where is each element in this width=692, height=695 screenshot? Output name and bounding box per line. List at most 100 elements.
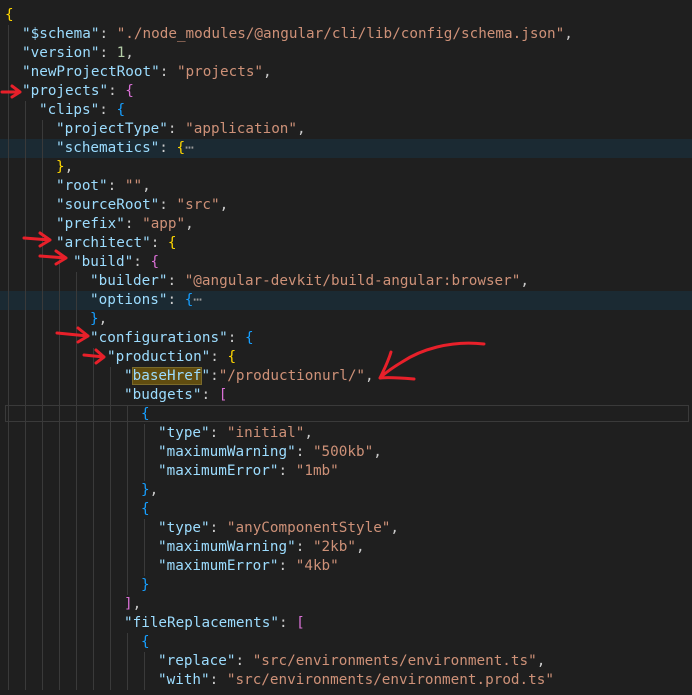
code-line[interactable]: "maximumWarning": "2kb", (0, 538, 692, 557)
indent-guide (59, 576, 60, 595)
indent-guide (144, 462, 145, 481)
indent-guide (59, 519, 60, 538)
code-line[interactable]: "projects": { (0, 82, 692, 101)
code-line[interactable]: }, (0, 310, 692, 329)
indent-guide (127, 519, 128, 538)
code-token: { (184, 292, 194, 308)
code-line[interactable]: { (0, 405, 692, 424)
indent-guide (59, 253, 60, 272)
code-line[interactable]: "newProjectRoot": "projects", (0, 63, 692, 82)
indent-guide (42, 519, 43, 538)
code-token: "projects" (176, 64, 264, 80)
code-line[interactable]: "configurations": { (0, 329, 692, 348)
code-line[interactable]: "prefix": "app", (0, 215, 692, 234)
indent-guide (93, 462, 94, 481)
indent-guide (25, 652, 26, 671)
code-token: : (167, 121, 186, 137)
code-line[interactable]: "with": "src/environments/environment.pr… (0, 671, 692, 690)
code-token: "sourceRoot" (56, 197, 160, 213)
code-token: "maximumWarning" (158, 444, 296, 460)
code-token: , (263, 64, 272, 80)
code-token: "/productionurl/" (218, 368, 366, 384)
code-line[interactable]: { (0, 633, 692, 652)
indent-guide (8, 63, 9, 82)
code-line[interactable]: "clips": { (0, 101, 692, 120)
indent-guide (42, 538, 43, 557)
code-text: "architect": { (56, 234, 177, 253)
code-token: "root" (56, 178, 108, 194)
indent-guide (59, 652, 60, 671)
indent-guide (110, 462, 111, 481)
code-line[interactable]: "architect": { (0, 234, 692, 253)
code-line[interactable]: "options": {⋯ (0, 291, 692, 310)
indent-guide (8, 101, 9, 120)
indent-guide (42, 234, 43, 253)
code-line[interactable]: "root": "", (0, 177, 692, 196)
code-line[interactable]: }, (0, 158, 692, 177)
indent-guide (8, 557, 9, 576)
code-text: "schematics": {⋯ (56, 139, 194, 158)
indent-guide (76, 595, 77, 614)
code-token: : (201, 387, 219, 403)
code-line[interactable]: "schematics": {⋯ (0, 139, 692, 158)
code-token: "4kb" (295, 558, 339, 574)
code-text: "projects": { (22, 82, 134, 101)
code-editor[interactable]: {"$schema": "./node_modules/@angular/cli… (0, 0, 692, 695)
code-line[interactable]: { (0, 6, 692, 25)
code-token: "type" (158, 425, 210, 441)
code-text: "with": "src/environments/environment.pr… (158, 671, 554, 690)
indent-guide (144, 557, 145, 576)
code-line[interactable]: "build": { (0, 253, 692, 272)
code-line[interactable]: "budgets": [ (0, 386, 692, 405)
indent-guide (25, 424, 26, 443)
code-token: [ (296, 615, 305, 631)
code-line[interactable]: }, (0, 481, 692, 500)
code-line[interactable]: "baseHref":"/productionurl/", (0, 367, 692, 386)
indent-guide (25, 671, 26, 690)
code-token: : (159, 197, 177, 213)
code-line[interactable]: "fileReplacements": [ (0, 614, 692, 633)
code-line[interactable]: } (0, 576, 692, 595)
code-token: "budgets" (124, 387, 202, 403)
indent-guide (42, 614, 43, 633)
code-token: "replace" (158, 653, 236, 669)
code-line[interactable]: "builder": "@angular-devkit/build-angula… (0, 272, 692, 291)
code-line[interactable]: "maximumError": "4kb" (0, 557, 692, 576)
indent-guide (25, 215, 26, 234)
code-token: "newProjectRoot" (22, 64, 160, 80)
indent-guide (8, 538, 9, 557)
code-line[interactable]: { (0, 500, 692, 519)
indent-guide (144, 424, 145, 443)
code-text: "newProjectRoot": "projects", (22, 63, 272, 82)
indent-guide (59, 310, 60, 329)
code-line[interactable]: "version": 1, (0, 44, 692, 63)
indent-guide (127, 500, 128, 519)
code-line[interactable]: "type": "initial", (0, 424, 692, 443)
indent-guide (25, 557, 26, 576)
indent-guide (8, 25, 9, 44)
code-line[interactable]: "type": "anyComponentStyle", (0, 519, 692, 538)
code-line[interactable]: "maximumError": "1mb" (0, 462, 692, 481)
code-line[interactable]: ], (0, 595, 692, 614)
code-token: : (278, 558, 296, 574)
indent-guide (76, 443, 77, 462)
code-line[interactable]: "sourceRoot": "src", (0, 196, 692, 215)
fold-ellipsis-icon[interactable]: ⋯ (193, 292, 202, 308)
code-line[interactable]: "production": { (0, 348, 692, 367)
code-line[interactable]: "replace": "src/environments/environment… (0, 652, 692, 671)
code-line[interactable]: "maximumWarning": "500kb", (0, 443, 692, 462)
code-token: , (219, 197, 229, 213)
indent-guide (110, 652, 111, 671)
indent-guide (8, 386, 9, 405)
code-token: , (304, 425, 313, 441)
code-token: "./node_modules/@angular/cli/lib/config/… (116, 26, 565, 42)
code-token: : (107, 178, 125, 194)
indent-guide (42, 253, 43, 272)
indent-guide (76, 329, 77, 348)
code-token: : (99, 102, 117, 118)
code-line[interactable]: "$schema": "./node_modules/@angular/cli/… (0, 25, 692, 44)
code-token: [ (218, 387, 228, 403)
code-line[interactable]: "projectType": "application", (0, 120, 692, 139)
fold-ellipsis-icon[interactable]: ⋯ (185, 140, 194, 156)
indent-guide (110, 405, 111, 424)
